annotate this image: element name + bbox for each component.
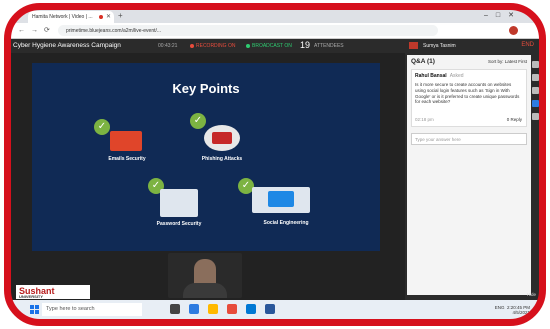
broadcast-dot-icon xyxy=(246,43,250,48)
qa-icon[interactable] xyxy=(532,100,539,107)
address-bar: ←→⟳ primetime.bluejeans.com/a2m/live-eve… xyxy=(10,23,540,39)
phishing-screen-icon xyxy=(212,132,232,144)
sort-dropdown[interactable]: Sort by: Latest First xyxy=(488,59,527,64)
screenshot-frame: Hamita Network | Video | ... ✕ + –□✕ ←→⟳… xyxy=(0,0,550,329)
store-icon[interactable] xyxy=(246,304,256,314)
tab-title: Hamita Network | Video | ... xyxy=(32,14,93,20)
chat-icon[interactable] xyxy=(532,74,539,81)
qa-header: Q&A (1) xyxy=(411,58,435,65)
clock-date: 4/5/2021 xyxy=(512,310,530,315)
author-name: Rahul Bansal xyxy=(415,73,447,79)
point-phishing-attacks: Phishing Attacks xyxy=(201,156,243,162)
browser-tab[interactable]: Hamita Network | Video | ... ✕ xyxy=(28,11,114,23)
attendee-label: ATTENDEES xyxy=(314,43,344,49)
browser-tabbar: Hamita Network | Video | ... ✕ + –□✕ xyxy=(10,9,540,23)
slide-title: Key Points xyxy=(172,81,240,96)
nav-buttons[interactable]: ←→⟳ xyxy=(18,26,56,34)
recording-indicator: RECORDING ON xyxy=(190,43,235,49)
presenter-body xyxy=(183,283,227,298)
broadcast-label: BROADCAST ON xyxy=(252,43,292,49)
end-button[interactable]: END xyxy=(521,42,534,48)
flag-icon xyxy=(409,42,418,49)
asked-badge: Asked xyxy=(449,73,464,79)
event-title: Cyber Hygiene Awareness Campaign xyxy=(13,42,121,49)
university-logo: Sushant UNIVERSITY xyxy=(16,285,90,299)
recording-label: RECORDING ON xyxy=(196,43,236,49)
language-indicator: ENG xyxy=(494,305,505,310)
new-tab-icon[interactable]: + xyxy=(118,11,123,20)
taskbar-search[interactable]: Type here to search xyxy=(42,303,142,316)
system-tray[interactable]: ENG 2:20:45 PM 4/5/2021 xyxy=(495,305,530,315)
monitor-icon xyxy=(268,191,294,207)
taskbar: Type here to search ENG 2:20:45 PM 4/5/2… xyxy=(10,300,540,320)
qa-panel: Q&A (1) Sort by: Latest First Rahul Bans… xyxy=(407,55,531,295)
share-icon[interactable] xyxy=(532,87,539,94)
event-timer: 00:43:21 xyxy=(158,43,178,49)
taskbar-apps xyxy=(170,304,275,314)
app-header: Cyber Hygiene Awareness Campaign 00:43:2… xyxy=(10,39,405,53)
profile-avatar[interactable] xyxy=(509,26,518,35)
answer-input[interactable]: Type your answer here xyxy=(411,133,527,145)
check-icon: ✓ xyxy=(94,119,110,135)
slide: Key Points ✓ Emails Security ✓ Phishing … xyxy=(32,63,380,251)
point-emails-security: Emails Security xyxy=(108,156,146,162)
edge-icon[interactable] xyxy=(189,304,199,314)
password-icon xyxy=(160,189,198,217)
url-field[interactable]: primetime.bluejeans.com/a2m/live-event/.… xyxy=(58,25,438,36)
record-dot-icon xyxy=(190,43,194,48)
question-time: 02:18 pm xyxy=(415,117,434,122)
side-toolbar xyxy=(532,55,540,295)
point-password-security: Password Security xyxy=(156,221,202,227)
right-panel: Sumya Tasnim END Q&A (1) Sort by: Latest… xyxy=(405,39,540,300)
presentation-stage: Key Points ✓ Emails Security ✓ Phishing … xyxy=(10,53,405,300)
email-icon xyxy=(110,131,142,151)
panel-top: Sumya Tasnim END xyxy=(405,39,540,53)
presenter-video[interactable] xyxy=(168,253,242,298)
settings-icon[interactable] xyxy=(532,113,539,120)
question-card[interactable]: Rahul Bansal Asked Is it more secure to c… xyxy=(411,69,527,127)
windows-start-icon[interactable] xyxy=(30,305,39,314)
broadcast-indicator: BROADCAST ON xyxy=(246,43,292,49)
screen: Hamita Network | Video | ... ✕ + –□✕ ←→⟳… xyxy=(10,9,540,320)
window-controls[interactable]: –□✕ xyxy=(484,11,522,19)
point-social-engineering: Social Engineering xyxy=(263,220,309,226)
host-name: Sumya Tasnim xyxy=(423,43,456,49)
question-author: Rahul Bansal Asked xyxy=(415,73,523,79)
people-icon[interactable] xyxy=(532,61,539,68)
chrome-icon[interactable] xyxy=(227,304,237,314)
reply-link[interactable]: 0 Reply xyxy=(507,117,522,122)
check-icon: ✓ xyxy=(190,113,206,129)
attendee-count: 19 xyxy=(300,40,311,50)
task-view-icon[interactable] xyxy=(170,304,180,314)
hide-button[interactable]: Hide xyxy=(527,292,536,297)
file-explorer-icon[interactable] xyxy=(208,304,218,314)
word-icon[interactable] xyxy=(265,304,275,314)
question-text: Is it more secure to create accounts on … xyxy=(415,82,520,105)
close-icon[interactable]: ✕ xyxy=(106,13,111,20)
recording-dot-icon xyxy=(99,15,103,19)
